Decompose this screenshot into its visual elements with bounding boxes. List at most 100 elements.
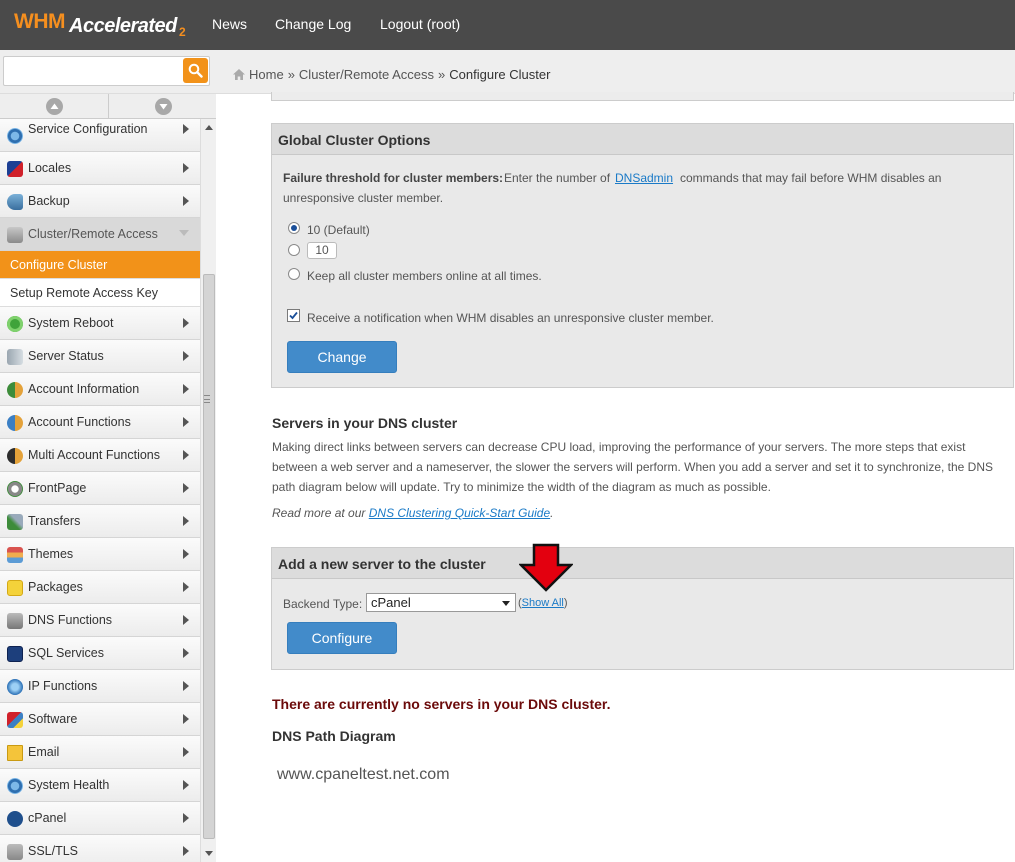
breadcrumb-separator: » (287, 67, 295, 82)
sidebar-item-frontpage[interactable]: FrontPage (0, 472, 200, 505)
chevron-right-icon (183, 450, 189, 460)
sidebar-item-label: Software (28, 712, 78, 726)
sidebar-item-locales[interactable]: Locales (0, 152, 200, 185)
chevron-right-icon (183, 384, 189, 394)
dns-icon (7, 613, 23, 629)
previous-panel-edge (271, 92, 1014, 101)
threshold-keep-online-radio[interactable] (288, 268, 300, 280)
nav-changelog-link[interactable]: Change Log (275, 16, 351, 32)
threshold-label: Failure threshold for cluster members: (283, 171, 504, 185)
breadcrumb-cluster-link[interactable]: Cluster/Remote Access (299, 67, 434, 82)
chevron-down-icon (502, 601, 510, 606)
sidebar-item-sql-services[interactable]: SQL Services (0, 637, 200, 670)
sidebar-item-ip-functions[interactable]: IP Functions (0, 670, 200, 703)
sidebar-item-label: DNS Functions (28, 613, 113, 627)
global-cluster-options-panel: Global Cluster Options Failure threshold… (271, 123, 1014, 388)
scroll-up-button[interactable] (0, 94, 108, 119)
chevron-right-icon (183, 714, 189, 724)
system-health-icon (7, 778, 23, 794)
backend-type-value: cPanel (371, 595, 411, 610)
backend-type-select[interactable]: cPanel (366, 593, 516, 612)
chevron-right-icon (183, 318, 189, 328)
flag-icon (7, 161, 23, 177)
scrollbar-thumb[interactable] (203, 274, 215, 839)
sidebar-item-label: Backup (28, 194, 70, 208)
search-icon (188, 63, 203, 78)
threshold-custom-input[interactable]: 10 (307, 242, 337, 259)
sql-icon (7, 646, 23, 662)
threshold-custom-radio[interactable] (288, 244, 300, 256)
sidebar-item-system-reboot[interactable]: System Reboot (0, 307, 200, 340)
sidebar-item-label: System Health (28, 778, 110, 792)
account-functions-icon (7, 415, 23, 431)
sidebar-item-ssl-tls[interactable]: SSL/TLS (0, 835, 200, 862)
sidebar-item-label: Locales (28, 161, 72, 175)
search-button[interactable] (183, 58, 208, 83)
sidebar-item-label: Packages (28, 580, 83, 594)
sidebar-item-service-configuration[interactable]: Service Configuration (0, 119, 200, 152)
nav-logout-link[interactable]: Logout (root) (380, 16, 460, 32)
servers-section-title: Servers in your DNS cluster (272, 415, 458, 431)
sidebar-item-account-information[interactable]: Account Information (0, 373, 200, 406)
scrollbar-down-arrow-icon[interactable] (205, 851, 213, 856)
scrollbar-up-arrow-icon[interactable] (205, 125, 213, 130)
scroll-down-button[interactable] (108, 94, 216, 119)
sidebar-subitem-configure-cluster[interactable]: Configure Cluster (0, 251, 200, 279)
read-more-suffix: . (550, 506, 554, 520)
chevron-right-icon (183, 516, 189, 526)
chevron-right-icon (183, 681, 189, 691)
threshold-text: Enter the number of (504, 171, 611, 185)
sidebar-item-cluster-remote-access[interactable]: Cluster/Remote Access (0, 218, 200, 251)
panel-title: Global Cluster Options (278, 132, 431, 148)
sidebar-scroll-controls (0, 94, 216, 119)
notify-label: Receive a notification when WHM disables… (307, 311, 714, 325)
chevron-right-icon (183, 351, 189, 361)
sidebar-item-email[interactable]: Email (0, 736, 200, 769)
description-line: between a web server and a nameserver, t… (272, 460, 994, 474)
sidebar-item-label: SSL/TLS (28, 844, 79, 858)
sidebar-scrollbar[interactable] (200, 119, 216, 862)
sidebar-item-transfers[interactable]: Transfers (0, 505, 200, 538)
configure-button[interactable]: Configure (287, 622, 397, 654)
show-all-paren: ) (563, 597, 568, 609)
main-content: Global Cluster Options Failure threshold… (216, 92, 1015, 862)
sidebar-item-dns-functions[interactable]: DNS Functions (0, 604, 200, 637)
show-all-link[interactable]: Show All (522, 597, 564, 609)
server-icon (7, 349, 23, 365)
sidebar-item-label: Email (28, 745, 60, 759)
cluster-icon (7, 227, 23, 243)
lock-icon (7, 844, 23, 860)
sidebar-item-system-health[interactable]: System Health (0, 769, 200, 802)
dns-clustering-guide-link[interactable]: DNS Clustering Quick-Start Guide (369, 506, 550, 520)
logo-whm-text: WHM (14, 10, 65, 33)
sidebar-item-label: Account Information (28, 382, 140, 396)
dnsadmin-link[interactable]: DNSadmin (615, 171, 673, 185)
sidebar-item-multi-account-functions[interactable]: Multi Account Functions (0, 439, 200, 472)
description-line: path diagram below will update. Try to m… (272, 480, 771, 494)
threshold-default-radio[interactable] (288, 222, 300, 234)
change-button[interactable]: Change (287, 341, 397, 373)
themes-icon (7, 547, 23, 563)
sidebar-item-label: Account Functions (28, 415, 131, 429)
chevron-right-icon (183, 582, 189, 592)
backend-type-label: Backend Type: (283, 597, 363, 611)
add-server-panel: Add a new server to the cluster Backend … (271, 547, 1014, 670)
sidebar-item-backup[interactable]: Backup (0, 185, 200, 218)
breadcrumb-home-link[interactable]: Home (249, 67, 284, 82)
search-input[interactable] (3, 56, 210, 86)
sidebar-item-software[interactable]: Software (0, 703, 200, 736)
breadcrumb-separator: » (438, 67, 446, 82)
sidebar-subitem-setup-remote-access-key[interactable]: Setup Remote Access Key (0, 279, 200, 307)
sidebar-item-packages[interactable]: Packages (0, 571, 200, 604)
threshold-text: commands that may fail before WHM disabl… (680, 171, 942, 185)
gear-icon (7, 128, 23, 144)
sidebar-item-themes[interactable]: Themes (0, 538, 200, 571)
nav-news-link[interactable]: News (212, 16, 247, 32)
account-info-icon (7, 382, 23, 398)
sidebar-item-cpanel[interactable]: cPanel (0, 802, 200, 835)
red-arrow-annotation-icon (519, 543, 573, 592)
notify-checkbox[interactable] (287, 309, 300, 322)
sidebar-item-server-status[interactable]: Server Status (0, 340, 200, 373)
checkmark-icon (289, 311, 298, 320)
sidebar-item-account-functions[interactable]: Account Functions (0, 406, 200, 439)
